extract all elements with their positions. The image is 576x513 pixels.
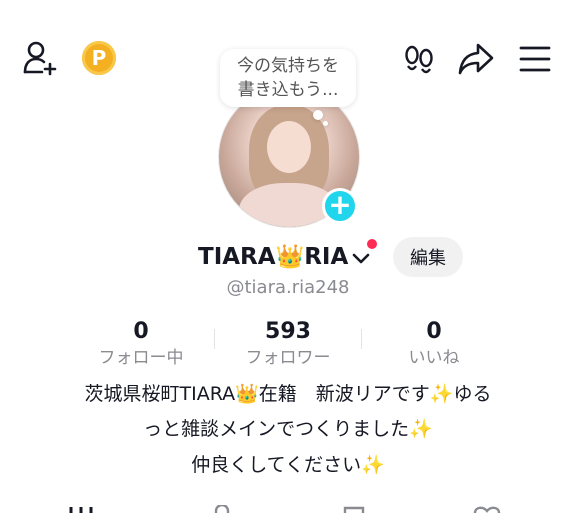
stat-value: 593 — [265, 319, 311, 344]
bookmark-tab-icon[interactable] — [342, 505, 366, 513]
username: @tiara.ria248 — [226, 277, 350, 298]
heart-tab-icon[interactable] — [472, 505, 502, 513]
bio-line: 茨城県桜町TIARA👑在籍 新波リアです✨ゆる — [84, 383, 492, 405]
stat-label: フォロー中 — [98, 348, 184, 368]
bubble-line-2: 書き込もう... — [237, 80, 339, 100]
grid-tab-icon[interactable] — [68, 505, 94, 513]
footprints-icon[interactable] — [402, 42, 436, 76]
avatar-face — [267, 121, 311, 173]
hamburger-menu-icon[interactable] — [518, 44, 552, 74]
stat-value: 0 — [133, 319, 149, 344]
stat-followers[interactable]: 593 フォロワー — [213, 318, 363, 370]
stat-likes[interactable]: 0 いいね — [359, 318, 509, 370]
chevron-down-icon[interactable] — [350, 247, 372, 269]
stat-following[interactable]: 0 フォロー中 — [66, 318, 216, 370]
stat-value: 0 — [426, 319, 442, 344]
bio-line: っと雑談メインでつくりました✨ — [143, 418, 433, 440]
add-user-icon[interactable] — [22, 40, 60, 76]
points-coin-icon[interactable]: P — [82, 41, 116, 75]
add-story-plus-icon[interactable]: + — [322, 188, 358, 224]
stat-label: フォロワー — [245, 348, 331, 368]
profile-name[interactable]: TIARA👑RIA — [198, 241, 348, 273]
notification-dot — [367, 239, 377, 249]
lock-tab-icon[interactable] — [210, 505, 234, 513]
bubble-tail-dot-small — [323, 121, 328, 126]
share-icon[interactable] — [457, 42, 495, 76]
bubble-tail-dot — [313, 110, 323, 120]
stat-label: いいね — [408, 348, 460, 368]
bio-line: 仲良くしてください✨ — [191, 454, 385, 476]
bubble-line-1: 今の気持ちを — [237, 56, 339, 76]
status-bubble[interactable]: 今の気持ちを 書き込もう... — [220, 49, 356, 107]
edit-profile-button[interactable]: 編集 — [393, 237, 463, 277]
